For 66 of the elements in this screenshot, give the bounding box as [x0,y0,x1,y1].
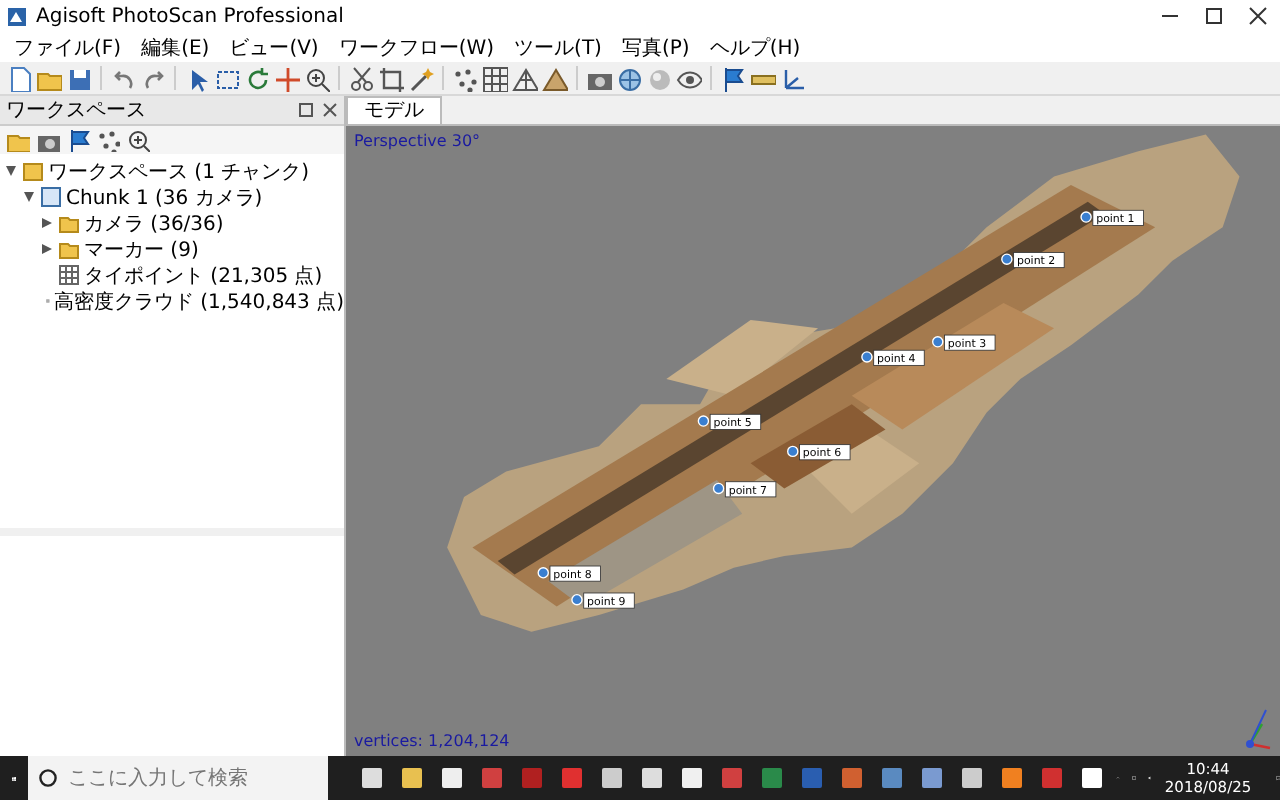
zoom-in-icon[interactable] [126,128,150,152]
marker[interactable] [712,481,777,498]
close-icon[interactable] [322,102,338,118]
app-tile-icon[interactable] [1040,766,1065,790]
tree-item[interactable]: カメラ (36/36) [84,209,224,237]
marker[interactable] [571,592,635,609]
marker[interactable] [861,349,925,366]
flag-icon[interactable] [66,128,90,152]
app-tile-icon[interactable] [520,766,545,790]
close-icon[interactable] [1248,6,1268,26]
marker[interactable] [1001,252,1065,269]
menu-item[interactable]: ビュー(V) [219,33,329,61]
tree-item[interactable]: タイポイント (21,305 点) [84,261,323,289]
rectangle-select-icon[interactable] [214,65,240,91]
circle-icon [38,768,59,788]
axes-icon [1246,708,1272,750]
projection-label: Perspective 30° [354,132,483,150]
crop-icon[interactable] [378,65,404,91]
points-icon[interactable] [96,128,120,152]
magic-wand-icon[interactable] [408,65,434,91]
stats-label: vertices: 1,204,124 [354,732,510,750]
scissors-icon[interactable] [348,65,374,91]
expand-arrow-icon[interactable] [4,164,18,178]
menu-item[interactable]: ツール(T) [504,33,612,61]
axes-icon[interactable] [780,65,806,91]
workspace-icon [22,160,44,182]
zoom-in-icon[interactable] [304,65,330,91]
view-tab[interactable]: モデル [346,96,442,124]
menu-item[interactable]: 写真(P) [611,33,700,61]
app-tile-icon[interactable] [480,766,505,790]
menu-item[interactable]: ヘルプ(H) [699,33,811,61]
globe-icon[interactable] [616,65,642,91]
menu-item[interactable]: 編集(E) [131,33,220,61]
marker[interactable] [932,334,996,351]
save-icon[interactable] [66,65,92,91]
tree-item[interactable]: ワークスペース (1 チャンク) [48,157,310,185]
search-field[interactable]: ここに入力して検索 [28,756,329,800]
menu-item[interactable]: ファイル(F) [4,33,132,61]
tree-item[interactable]: マーカー (9) [84,235,199,263]
panel-title: ワークスペース [6,98,148,124]
app-tile-icon[interactable] [680,766,705,790]
marker[interactable] [697,413,762,430]
rotate-icon[interactable] [244,65,270,91]
app-tile-icon[interactable] [920,766,945,790]
expand-arrow-icon[interactable] [40,242,54,256]
move-icon[interactable] [274,65,300,91]
mesh-icon[interactable] [512,65,538,91]
window-title: Agisoft PhotoScan Professional [36,5,346,27]
marker[interactable] [1080,209,1144,226]
maximize-icon[interactable] [1204,6,1224,26]
app-icon [6,5,28,27]
float-icon[interactable] [298,102,314,118]
flag-icon[interactable] [720,65,746,91]
expand-arrow-icon[interactable] [22,190,36,204]
marker[interactable] [787,444,851,461]
menu-item[interactable]: ワークフロー(W) [328,33,505,61]
app-tile-icon[interactable] [560,766,585,790]
undo-icon[interactable] [110,65,136,91]
marker[interactable] [537,565,601,582]
app-tile-icon[interactable] [880,766,905,790]
expand-arrow-icon[interactable] [40,216,54,230]
redo-icon[interactable] [140,65,166,91]
tree-item[interactable]: 高密度クラウド (1,540,843 点) [53,287,344,315]
tree-item[interactable]: Chunk 1 (36 カメラ) [66,183,263,211]
points-icon[interactable] [452,65,478,91]
chunk-icon [40,186,62,208]
